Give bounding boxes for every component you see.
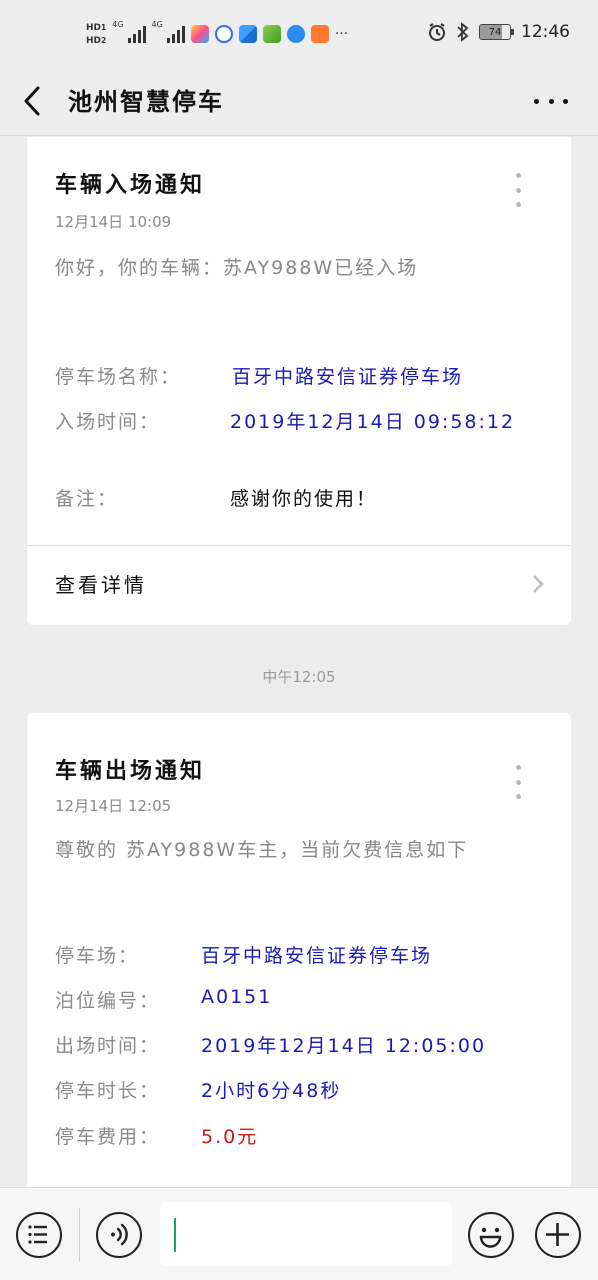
field-value: 百牙中路安信证券停车场 bbox=[201, 945, 433, 967]
field-row: 停车场： 百牙中路安信证券停车场 bbox=[55, 941, 551, 968]
field-row: 出场时间： 2019年12月14日 12:05:00 bbox=[55, 1031, 551, 1058]
field-row: 入场时间： 2019年12月14日 09:58:12 bbox=[55, 407, 551, 434]
image-app-icon bbox=[262, 25, 281, 43]
message-input[interactable] bbox=[160, 1202, 452, 1266]
field-label: 入场时间： bbox=[55, 411, 161, 433]
battery-icon: 74 bbox=[479, 24, 514, 40]
compass-app-icon bbox=[286, 25, 305, 43]
network-type-1: 4G bbox=[112, 20, 124, 29]
status-bar: HD1 HD2 4G 4G ··· 74 12:46 bbox=[0, 0, 598, 66]
emoji-icon[interactable] bbox=[468, 1212, 514, 1258]
baidu-paw-icon bbox=[214, 25, 233, 43]
play-app-icon bbox=[310, 25, 329, 43]
card-menu-icon[interactable] bbox=[513, 765, 523, 799]
field-value: A0151 bbox=[201, 986, 273, 1008]
message-card-entry[interactable]: 车辆入场通知 12月14日 10:09 你好，你的车辆：苏AY988W已经入场 … bbox=[27, 137, 571, 625]
field-label: 停车场： bbox=[55, 945, 140, 967]
field-value: 2小时6分48秒 bbox=[201, 1080, 342, 1102]
card-title: 车辆入场通知 bbox=[55, 173, 206, 198]
chevron-right-icon bbox=[533, 575, 544, 593]
plus-glyph bbox=[546, 1223, 569, 1246]
field-row: 备注： 感谢你的使用！ bbox=[55, 484, 551, 511]
add-more-icon[interactable] bbox=[535, 1212, 581, 1258]
field-label: 备注： bbox=[55, 488, 119, 510]
fee-value: 5.0元 bbox=[201, 1126, 259, 1148]
more-options-icon[interactable] bbox=[534, 86, 568, 116]
field-row: 停车时长： 2小时6分48秒 bbox=[55, 1076, 551, 1103]
field-label: 停车时长： bbox=[55, 1080, 161, 1102]
signal-icon-2 bbox=[166, 25, 185, 43]
signal-icon-1 bbox=[127, 25, 146, 43]
card-intro: 你好，你的车辆：苏AY988W已经入场 bbox=[55, 257, 419, 279]
alarm-icon bbox=[429, 23, 445, 41]
card-divider bbox=[27, 545, 571, 546]
hd-indicator: HD1 HD2 bbox=[86, 22, 107, 46]
status-right: 74 12:46 bbox=[427, 22, 570, 42]
card-intro: 尊敬的 苏AY988W车主，当前欠费信息如下 bbox=[55, 839, 469, 861]
field-row: 停车费用： 5.0元 bbox=[55, 1122, 551, 1149]
text-caret bbox=[174, 1218, 176, 1252]
card-title: 车辆出场通知 bbox=[55, 759, 206, 784]
input-bar bbox=[0, 1187, 598, 1280]
network-type-2: 4G bbox=[151, 20, 163, 29]
field-label: 出场时间： bbox=[55, 1035, 161, 1057]
time-separator: 中午12:05 bbox=[262, 668, 336, 686]
smiley-glyph bbox=[479, 1227, 502, 1248]
field-value: 2019年12月14日 09:58:12 bbox=[230, 411, 516, 433]
card-date: 12月14日 12:05 bbox=[55, 797, 172, 815]
message-card-exit[interactable]: 车辆出场通知 12月14日 12:05 尊敬的 苏AY988W车主，当前欠费信息… bbox=[27, 713, 571, 1187]
video-app-icon bbox=[190, 25, 209, 43]
page-title: 池州智慧停车 bbox=[68, 88, 224, 116]
back-icon[interactable] bbox=[18, 84, 48, 118]
sound-wave-glyph bbox=[111, 1223, 128, 1246]
voice-input-icon[interactable] bbox=[96, 1212, 142, 1258]
field-row: 泊位编号： A0151 bbox=[55, 986, 551, 1013]
status-left: HD1 HD2 4G 4G ··· bbox=[86, 14, 348, 54]
field-label: 停车费用： bbox=[55, 1126, 161, 1148]
field-value: 感谢你的使用！ bbox=[230, 488, 378, 510]
menu-list-icon[interactable] bbox=[16, 1212, 62, 1258]
input-bar-divider bbox=[79, 1208, 80, 1262]
title-bar: 池州智慧停车 bbox=[0, 66, 598, 136]
message-list[interactable]: 车辆入场通知 12月14日 10:09 你好，你的车辆：苏AY988W已经入场 … bbox=[0, 137, 598, 1187]
more-notifications-icon: ··· bbox=[334, 26, 349, 42]
list-glyph bbox=[28, 1225, 47, 1244]
field-value: 百牙中路安信证券停车场 bbox=[232, 366, 464, 388]
clock: 12:46 bbox=[521, 22, 570, 42]
card-menu-icon[interactable] bbox=[513, 173, 523, 207]
field-label: 停车场名称： bbox=[55, 366, 182, 388]
field-row: 停车场名称： 百牙中路安信证券停车场 bbox=[55, 362, 551, 389]
field-label: 泊位编号： bbox=[55, 990, 161, 1012]
field-value: 2019年12月14日 12:05:00 bbox=[201, 1035, 487, 1057]
card-date: 12月14日 10:09 bbox=[55, 213, 172, 231]
view-details-link[interactable]: 查看详情 bbox=[55, 569, 147, 598]
send-arrow-icon bbox=[238, 25, 257, 43]
bluetooth-icon bbox=[457, 22, 469, 42]
